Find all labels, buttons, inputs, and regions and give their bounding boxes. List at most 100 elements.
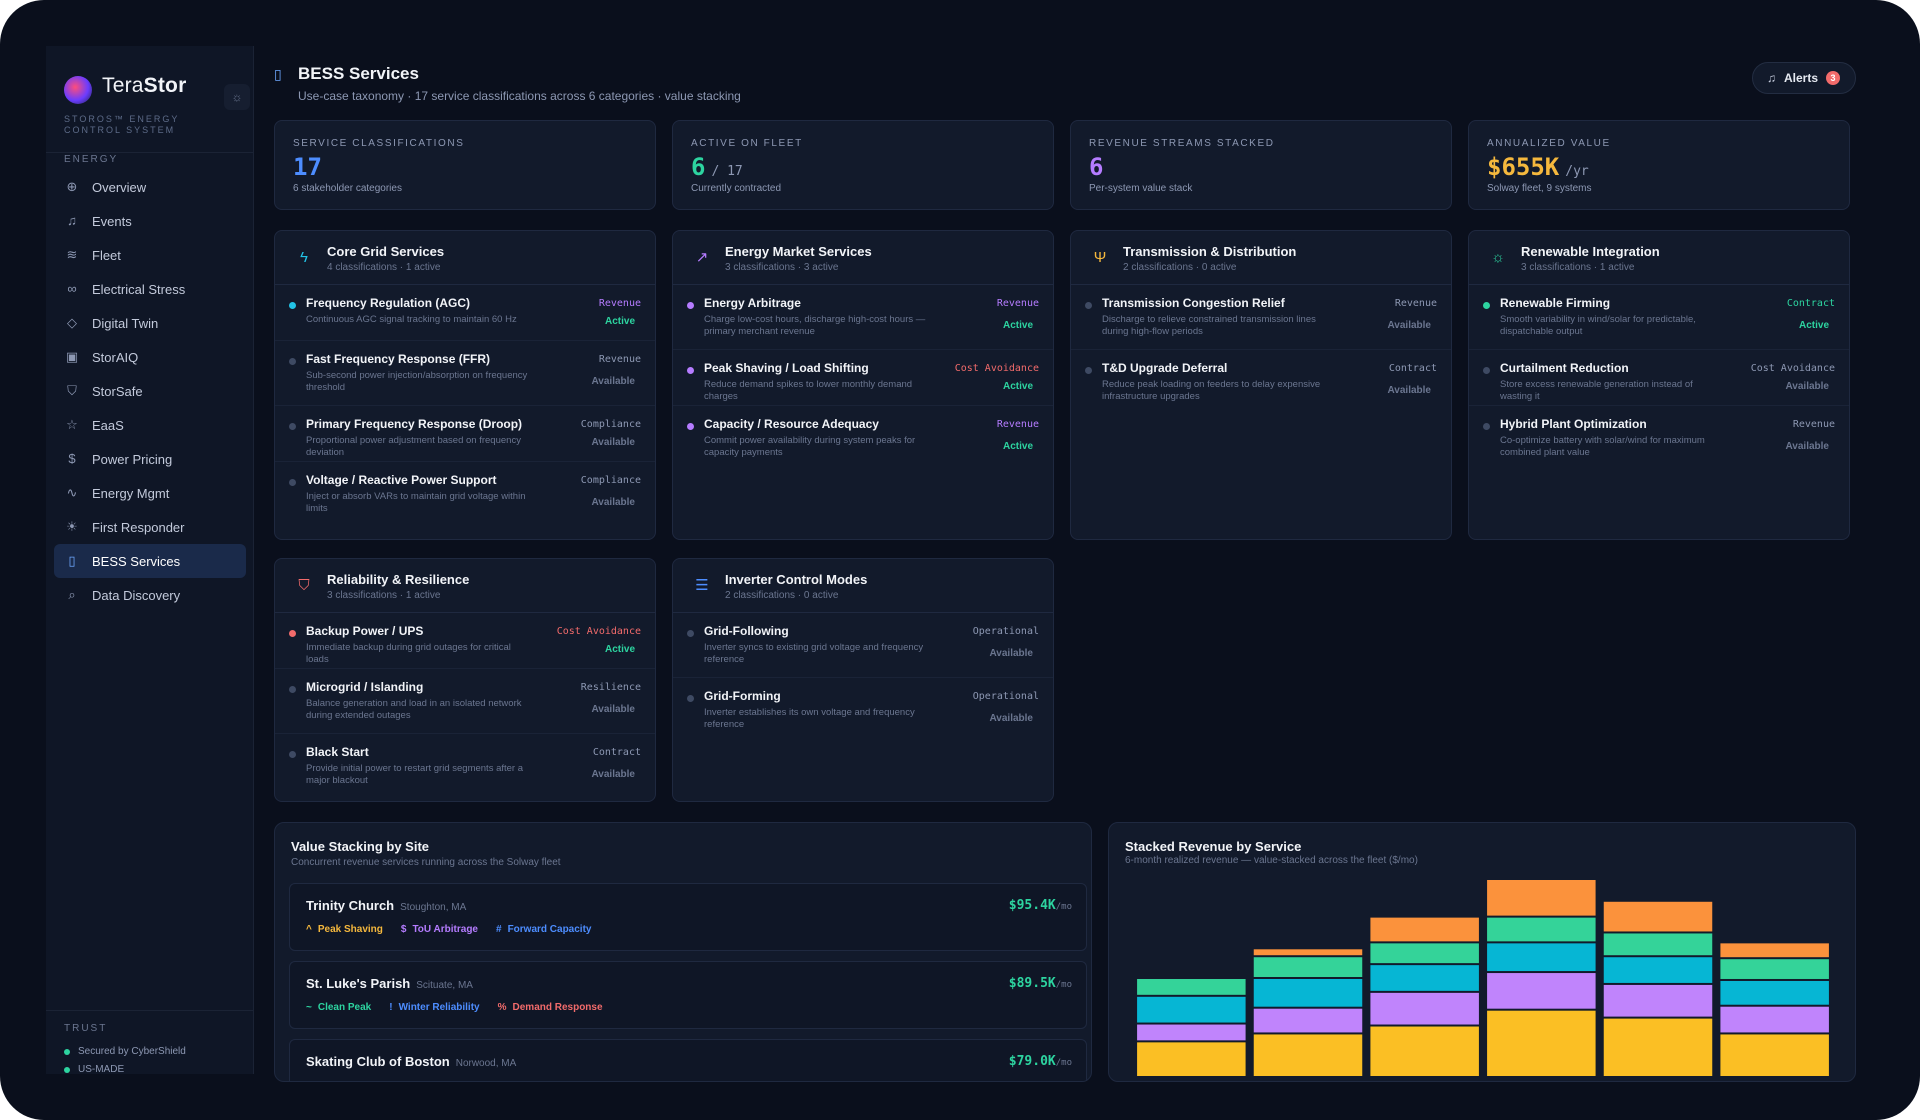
brand[interactable]: TeraStor STOROS™ ENERGY CONTROL SYSTEM ☼: [64, 64, 254, 142]
service-tags: ^ Peak Shaving $ ToU Arbitrage # Forward Capa…: [306, 924, 591, 935]
sidebar-item-eaas[interactable]: ☆ EaaS: [54, 408, 246, 442]
bar-segment: [1603, 1018, 1713, 1076]
kpi-card: REVENUE STREAMS STACKED 6 Per-system value…: [1070, 120, 1452, 210]
site-revenue-value: $95.4K: [1008, 898, 1056, 913]
kpi-label: REVENUE STREAMS STACKED: [1089, 138, 1275, 149]
service-row[interactable]: Renewable Firming Smooth variability in w…: [1469, 285, 1849, 350]
tag-label: Winter Reliability: [398, 1002, 480, 1013]
kpi-number: 17: [293, 153, 322, 181]
service-row[interactable]: Grid-Forming Inverter establishes its own…: [673, 678, 1053, 743]
status-dot-icon: [1085, 302, 1092, 309]
site-name: Trinity Church Stoughton, MA: [306, 898, 466, 913]
settings-icon[interactable]: ☼: [224, 84, 250, 110]
service-type: Contract: [1786, 298, 1835, 309]
category-card-transmission-distribution: Ψ Transmission & Distribution 2 classifica…: [1070, 230, 1452, 540]
tag-glyph-icon: ~: [306, 1002, 312, 1013]
service-row[interactable]: Grid-Following Inverter syncs to existing…: [673, 613, 1053, 678]
service-description: Inverter establishes its own voltage and…: [704, 707, 915, 730]
card-header: ☼ Renewable Integration 3 classifications …: [1469, 231, 1849, 285]
bar-segment: [1253, 1034, 1363, 1076]
site-revenue-unit: /mo: [1055, 902, 1072, 912]
brand-logo-icon: [64, 76, 92, 104]
tag-glyph-icon: $: [400, 924, 407, 935]
service-row[interactable]: Frequency Regulation (AGC) Continuous AGC…: [275, 285, 655, 341]
service-status: Available: [591, 437, 635, 448]
service-row[interactable]: Transmission Congestion Relief Discharge …: [1071, 285, 1451, 350]
sidebar-item-label: Electrical Stress: [92, 281, 186, 297]
service-row[interactable]: Hybrid Plant Optimization Co-optimize bat…: [1469, 406, 1849, 471]
service-status: Available: [591, 376, 635, 387]
site-card[interactable]: St. Luke's Parish Scituate, MA $89.5K/mo ~ C…: [289, 961, 1087, 1029]
sidebar-item-events[interactable]: ♫ Events: [54, 204, 246, 238]
card-header: ⛉ Reliability & Resilience 3 classificatio…: [275, 559, 655, 613]
service-row[interactable]: Primary Frequency Response (Droop) Propor…: [275, 406, 655, 462]
sidebar-item-power-pricing[interactable]: $ Power Pricing: [54, 442, 246, 476]
sidebar-item-energy-mgmt[interactable]: ∿ Energy Mgmt: [54, 476, 246, 510]
service-row[interactable]: Microgrid / Islanding Balance generation …: [275, 669, 655, 734]
sidebar-item-storsafe[interactable]: ⛉ StorSafe: [54, 374, 246, 408]
sidebar-item-data-discovery[interactable]: ⌕ Data Discovery: [54, 578, 246, 612]
service-row[interactable]: Voltage / Reactive Power Support Inject o…: [275, 462, 655, 527]
globe-icon: ⊕: [66, 179, 78, 194]
service-row[interactable]: T&D Upgrade Deferral Reduce peak loading …: [1071, 350, 1451, 415]
sidebar-item-bess-services[interactable]: ▯ BESS Services: [54, 544, 246, 578]
site-card[interactable]: Trinity Church Stoughton, MA $95.4K/mo ^ Pea…: [289, 883, 1087, 951]
status-dot-icon: [1085, 367, 1092, 374]
link-icon: ∞: [67, 281, 77, 296]
service-row[interactable]: Black Start Provide initial power to rest…: [275, 734, 655, 799]
site-name: Skating Club of Boston Norwood, MA: [306, 1054, 516, 1069]
shield-icon: ⛉: [298, 577, 310, 594]
sidebar-item-fleet[interactable]: ≋ Fleet: [54, 238, 246, 272]
service-row[interactable]: Energy Arbitrage Charge low-cost hours, d…: [673, 285, 1053, 350]
tag-glyph-icon: #: [496, 924, 502, 935]
kpi-label: SERVICE CLASSIFICATIONS: [293, 138, 465, 149]
service-row[interactable]: Capacity / Resource Adequacy Commit power…: [673, 406, 1053, 471]
tag-label: Peak Shaving: [317, 924, 383, 935]
kpi-unit: / 17: [711, 164, 743, 179]
service-description: Immediate backup during grid outages for…: [306, 642, 511, 665]
card-subtitle: 4 classifications · 1 active: [327, 262, 441, 273]
kpi-footnote: Currently contracted: [691, 183, 782, 194]
service-name: Hybrid Plant Optimization: [1500, 417, 1647, 431]
bar-segment: [1253, 957, 1363, 977]
kpi-number: 6: [691, 153, 706, 181]
service-type: Revenue: [598, 354, 641, 365]
sidebar-item-digital-twin[interactable]: ◇ Digital Twin: [54, 306, 246, 340]
service-row[interactable]: Backup Power / UPS Immediate backup durin…: [275, 613, 655, 669]
chip-icon: ▣: [65, 349, 79, 364]
alerts-button[interactable]: ♫ Alerts 3: [1752, 62, 1856, 94]
bar-segment: [1487, 943, 1596, 972]
bell-icon: ♫: [67, 213, 77, 228]
bar-segment: [1253, 979, 1363, 1007]
site-location: Scituate, MA: [416, 980, 473, 991]
card-title: Core Grid Services: [327, 244, 445, 259]
service-type: Revenue: [996, 419, 1039, 430]
bar-segment: [1603, 933, 1713, 956]
service-status: Available: [591, 769, 635, 780]
status-dot-icon: [289, 302, 296, 309]
service-row[interactable]: Curtailment Reduction Store excess renewa…: [1469, 350, 1849, 406]
status-dot-icon: [1483, 302, 1490, 309]
site-card[interactable]: Skating Club of Boston Norwood, MA $79.0K/…: [289, 1039, 1087, 1081]
sidebar-item-label: EaaS: [92, 417, 124, 433]
sidebar-item-first-responder[interactable]: ☀ First Responder: [54, 510, 246, 544]
sidebar-nav: ⊕ Overview ♫ Events ≋ Fleet ∞ Electrical Stress…: [54, 170, 246, 612]
site-title: Skating Club of Boston: [306, 1054, 450, 1069]
panel-subtitle: Concurrent revenue services running acro…: [291, 857, 561, 868]
service-status: Available: [591, 497, 635, 508]
service-row[interactable]: Peak Shaving / Load Shifting Reduce deman…: [673, 350, 1053, 406]
bar-segment: [1720, 980, 1829, 1005]
service-name: Frequency Regulation (AGC): [306, 296, 471, 310]
trust-section-label: TRUST: [64, 1023, 108, 1034]
tag-glyph-icon: %: [497, 1002, 507, 1013]
service-type: Revenue: [1394, 298, 1437, 309]
service-row[interactable]: Fast Frequency Response (FFR) Sub-second …: [275, 341, 655, 406]
sidebar-item-storaiq[interactable]: ▣ StorAIQ: [54, 340, 246, 374]
sidebar-item-label: Fleet: [92, 247, 121, 263]
shield-icon: ⛉: [67, 383, 77, 398]
sidebar: TeraStor STOROS™ ENERGY CONTROL SYSTEM ☼…: [46, 46, 254, 1075]
pulse-icon: ∿: [66, 485, 78, 500]
sidebar-item-electrical-stress[interactable]: ∞ Electrical Stress: [54, 272, 246, 306]
service-tag: ~ Clean Peak: [306, 1002, 371, 1013]
sidebar-item-overview[interactable]: ⊕ Overview: [54, 170, 246, 204]
